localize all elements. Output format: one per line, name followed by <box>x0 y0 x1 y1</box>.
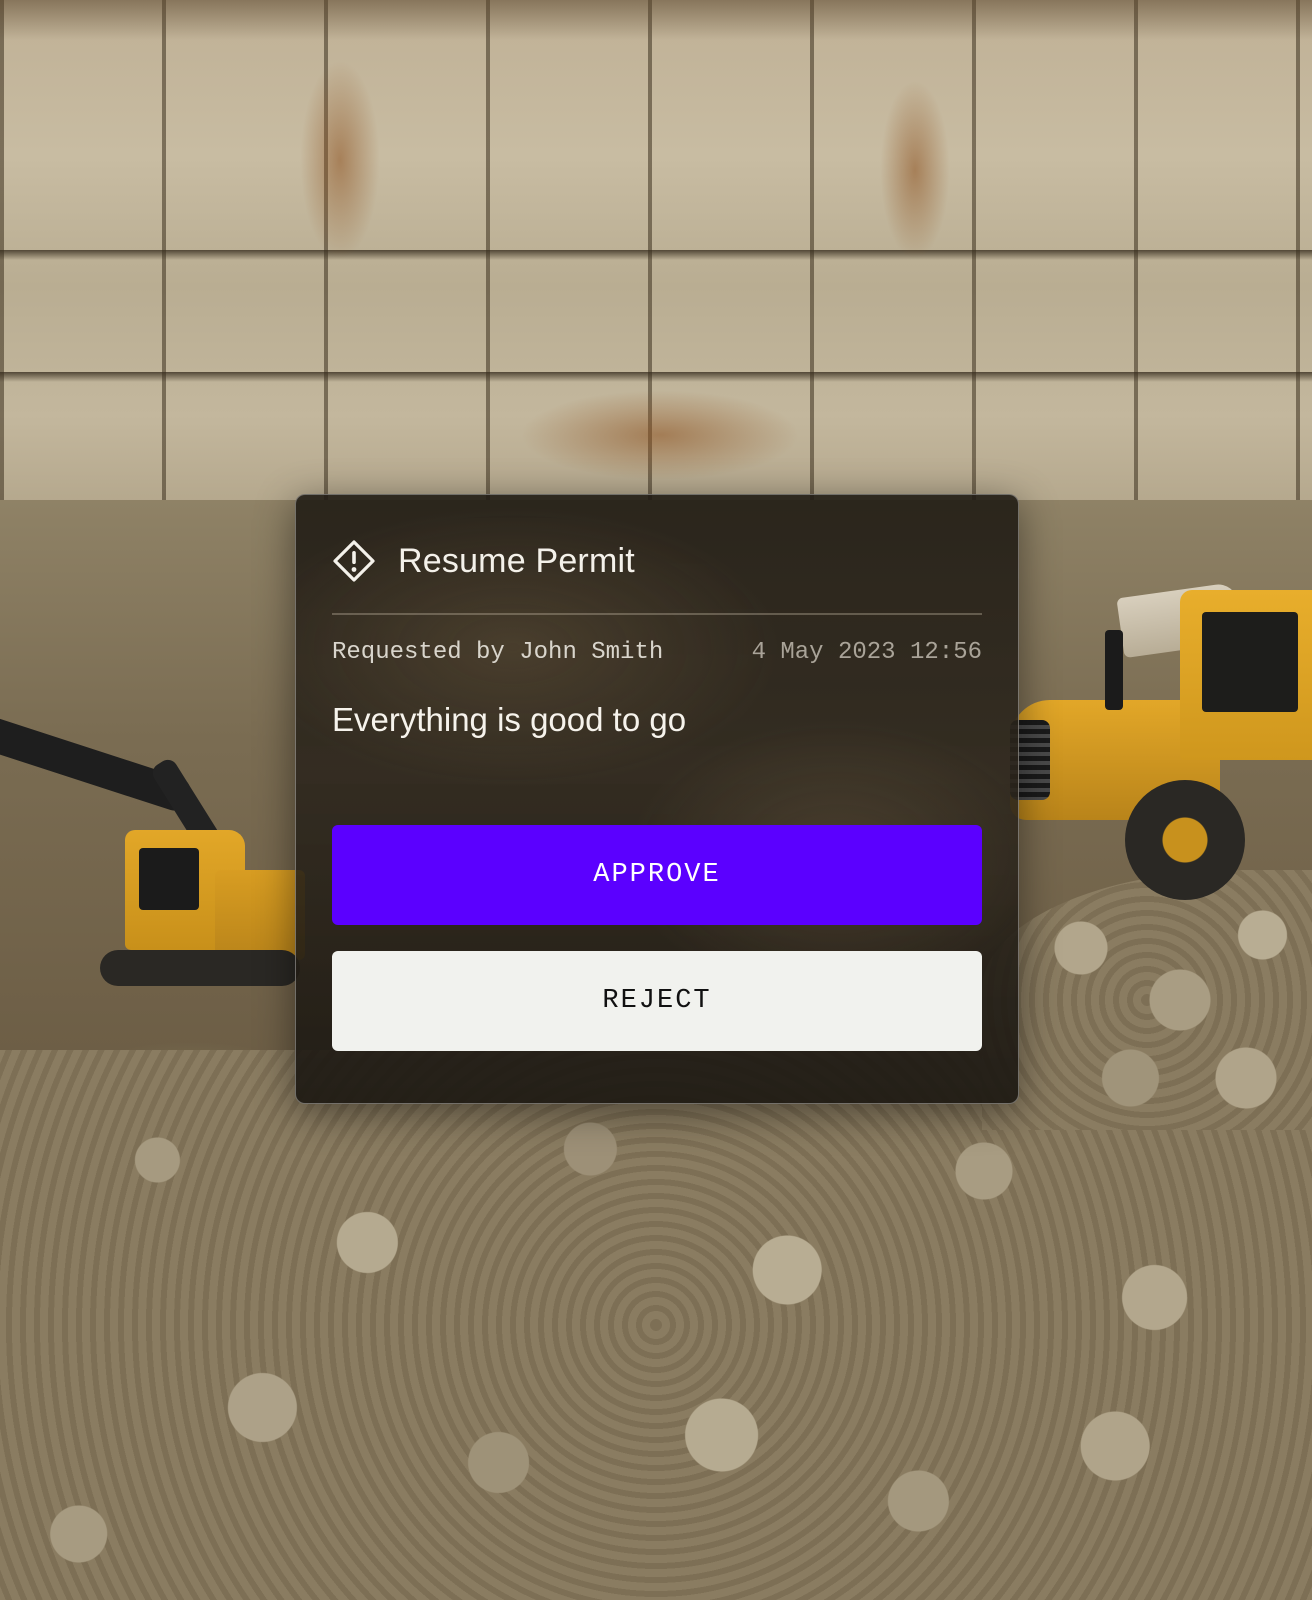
requested-by-text: Requested by John Smith <box>332 639 664 666</box>
rust-stain <box>300 60 380 260</box>
permit-meta: Requested by John Smith 4 May 2023 12:56 <box>332 639 982 666</box>
loader-exhaust-stack <box>1105 630 1123 710</box>
rust-stain <box>520 390 800 480</box>
permit-message: Everything is good to go <box>332 701 687 738</box>
rubble-pile <box>0 1050 1312 1600</box>
rock-ledge <box>0 372 1312 382</box>
approve-button[interactable]: APPROVE <box>332 825 982 925</box>
permit-card: Resume Permit Requested by John Smith 4 … <box>295 494 1019 1104</box>
rust-stain <box>880 80 950 260</box>
wheel-loader <box>1010 570 1312 930</box>
request-timestamp: 4 May 2023 12:56 <box>751 639 982 666</box>
header-divider <box>332 613 982 615</box>
excavator <box>0 670 305 1010</box>
excavator-body <box>215 870 305 960</box>
loader-wheel <box>1125 780 1245 900</box>
excavator-track <box>100 950 300 986</box>
rock-ledge <box>0 250 1312 260</box>
alert-diamond-icon <box>332 539 376 583</box>
permit-title: Resume Permit <box>398 541 635 580</box>
loader-cab <box>1180 590 1312 760</box>
reject-button[interactable]: REJECT <box>332 951 982 1051</box>
permit-header: Resume Permit <box>332 539 982 583</box>
